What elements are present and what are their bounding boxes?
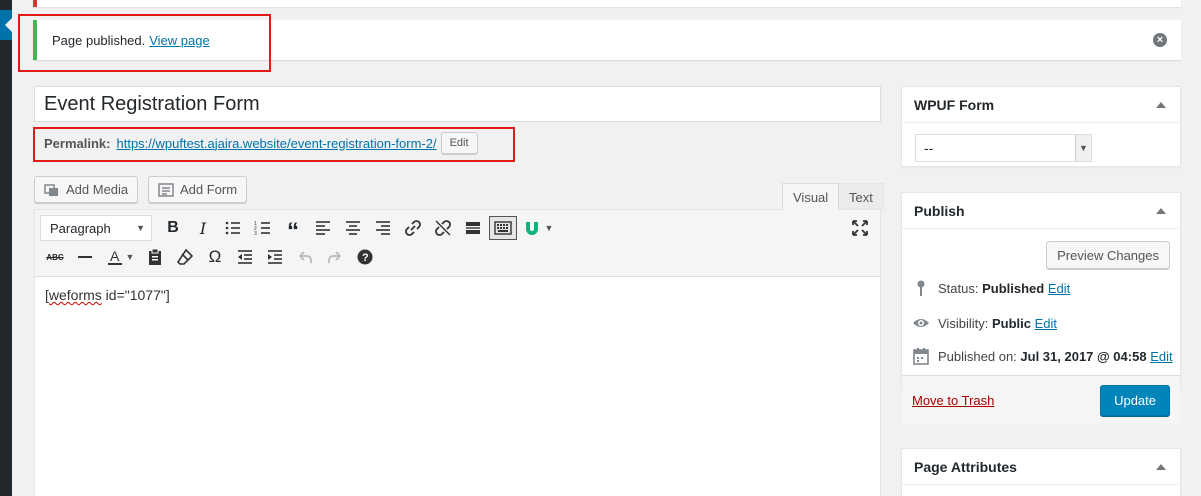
tab-text[interactable]: Text bbox=[838, 183, 884, 210]
format-select-value: Paragraph bbox=[50, 220, 111, 236]
visibility-value: Public bbox=[991, 315, 1031, 331]
link-icon[interactable] bbox=[398, 215, 428, 241]
align-center-icon[interactable] bbox=[338, 215, 368, 241]
move-to-trash-link[interactable]: Move to Trash bbox=[912, 393, 994, 408]
collapse-arrow-icon[interactable] bbox=[1156, 208, 1166, 214]
status-label: Status: bbox=[938, 280, 979, 296]
calendar-icon bbox=[913, 348, 929, 365]
permalink-row: Permalink: https://wpuftest.ajaira.websi… bbox=[44, 132, 478, 154]
major-publishing-actions: Move to Trash Update bbox=[902, 375, 1180, 425]
current-menu-indicator bbox=[0, 10, 12, 40]
align-right-icon[interactable] bbox=[368, 215, 398, 241]
preview-changes-button[interactable]: Preview Changes bbox=[1046, 241, 1170, 269]
tab-visual[interactable]: Visual bbox=[782, 183, 840, 210]
bold-button[interactable]: B bbox=[158, 215, 188, 241]
svg-text:A: A bbox=[110, 248, 120, 264]
eraser-icon[interactable] bbox=[170, 244, 200, 270]
strikethrough-icon[interactable]: ABC bbox=[40, 244, 70, 270]
content-suffix: id="1077"] bbox=[101, 287, 170, 303]
editor-toolbar: Paragraph ▼ B I 123 “ ▼ ABC A ▼ Ω ? bbox=[35, 210, 880, 277]
content-editor: Paragraph ▼ B I 123 “ ▼ ABC A ▼ Ω ? [wef… bbox=[34, 209, 881, 496]
collapse-arrow-icon[interactable] bbox=[1156, 464, 1166, 470]
align-left-icon[interactable] bbox=[308, 215, 338, 241]
chevron-down-icon: ▼ bbox=[136, 223, 145, 233]
italic-button[interactable]: I bbox=[188, 215, 218, 241]
published-on-label: Published on: bbox=[938, 348, 1017, 364]
admin-sidebar bbox=[0, 0, 12, 496]
wpuf-form-select-value: -- bbox=[924, 140, 934, 156]
read-more-icon[interactable] bbox=[458, 215, 488, 241]
editor-content[interactable]: [weforms id="1077"] bbox=[35, 277, 880, 313]
permalink-url-link[interactable]: https://wpuftest.ajaira.website/event-re… bbox=[116, 136, 436, 151]
special-character-icon[interactable]: Ω bbox=[200, 244, 230, 270]
bullet-list-icon[interactable] bbox=[218, 215, 248, 241]
edit-status-link[interactable]: Edit bbox=[1048, 281, 1070, 296]
visibility-row: Visibility: Public Edit bbox=[912, 314, 1057, 332]
toolbar-toggle-icon[interactable] bbox=[489, 216, 517, 240]
svg-text:3: 3 bbox=[254, 231, 257, 237]
chevron-down-icon: ▼ bbox=[1075, 135, 1091, 161]
unlink-icon[interactable] bbox=[428, 215, 458, 241]
edit-date-link[interactable]: Edit bbox=[1150, 349, 1172, 364]
publish-box-header[interactable]: Publish bbox=[902, 193, 1180, 229]
indent-icon[interactable] bbox=[260, 244, 290, 270]
wpuf-form-box: WPUF Form -- ▼ bbox=[901, 86, 1181, 167]
page-attributes-box-header[interactable]: Page Attributes bbox=[902, 449, 1180, 485]
undo-icon[interactable] bbox=[290, 244, 320, 270]
eye-icon bbox=[913, 319, 929, 327]
permalink-label: Permalink: bbox=[44, 135, 111, 151]
add-media-label: Add Media bbox=[66, 182, 129, 197]
outdent-icon[interactable] bbox=[230, 244, 260, 270]
add-form-label: Add Form bbox=[180, 182, 238, 197]
previous-notice bbox=[33, 0, 1181, 7]
blockquote-icon[interactable]: “ bbox=[278, 215, 308, 244]
redo-icon[interactable] bbox=[320, 244, 350, 270]
page-attributes-box-title: Page Attributes bbox=[914, 458, 1017, 475]
fullscreen-icon[interactable] bbox=[850, 218, 870, 238]
publish-box-title: Publish bbox=[914, 202, 965, 219]
help-icon[interactable]: ? bbox=[350, 244, 380, 270]
status-row: Status: Published Edit bbox=[912, 279, 1070, 297]
chevron-down-icon: ▼ bbox=[125, 252, 135, 262]
notice-message: Page published. bbox=[52, 32, 146, 48]
content-misspelled-word: weforms bbox=[48, 287, 102, 303]
chevron-down-icon: ▼ bbox=[544, 223, 554, 233]
published-on-value: Jul 31, 2017 @ 04:58 bbox=[1020, 348, 1147, 364]
svg-text:?: ? bbox=[362, 252, 369, 264]
success-notice: Page published. View page × bbox=[33, 20, 1181, 60]
page-attributes-box: Page Attributes bbox=[901, 448, 1181, 496]
status-value: Published bbox=[982, 280, 1045, 296]
collapse-arrow-icon[interactable] bbox=[1156, 102, 1166, 108]
add-form-button[interactable]: Add Form bbox=[148, 176, 248, 203]
publish-box: Publish Preview Changes Status: Publishe… bbox=[901, 192, 1181, 425]
edit-visibility-link[interactable]: Edit bbox=[1035, 316, 1057, 331]
paste-text-icon[interactable] bbox=[140, 244, 170, 270]
visibility-label: Visibility: bbox=[938, 315, 989, 331]
toolbar-row-2: ABC A ▼ Ω ? bbox=[40, 244, 380, 270]
permalink-edit-button[interactable]: Edit bbox=[440, 132, 478, 154]
media-icon bbox=[44, 183, 58, 196]
wpuf-form-box-header[interactable]: WPUF Form bbox=[902, 87, 1180, 123]
toolbar-row-1: Paragraph ▼ B I 123 “ ▼ bbox=[40, 215, 558, 244]
close-icon[interactable]: × bbox=[1153, 33, 1167, 47]
form-icon bbox=[158, 182, 174, 197]
format-select[interactable]: Paragraph ▼ bbox=[40, 215, 152, 241]
weforms-icon[interactable]: ▼ bbox=[518, 215, 558, 241]
horizontal-line-icon[interactable] bbox=[70, 244, 100, 270]
text-color-icon[interactable]: A ▼ bbox=[100, 244, 140, 270]
post-title-input[interactable]: Event Registration Form bbox=[34, 86, 881, 122]
numbered-list-icon[interactable]: 123 bbox=[248, 215, 278, 241]
update-button[interactable]: Update bbox=[1100, 385, 1170, 416]
view-page-link[interactable]: View page bbox=[149, 33, 209, 48]
pin-icon bbox=[917, 280, 925, 296]
wpuf-form-select[interactable]: -- ▼ bbox=[915, 134, 1092, 162]
add-media-button[interactable]: Add Media bbox=[34, 176, 139, 203]
published-on-row: Published on: Jul 31, 2017 @ 04:58 Edit bbox=[912, 347, 1173, 365]
wpuf-form-box-title: WPUF Form bbox=[914, 96, 995, 113]
